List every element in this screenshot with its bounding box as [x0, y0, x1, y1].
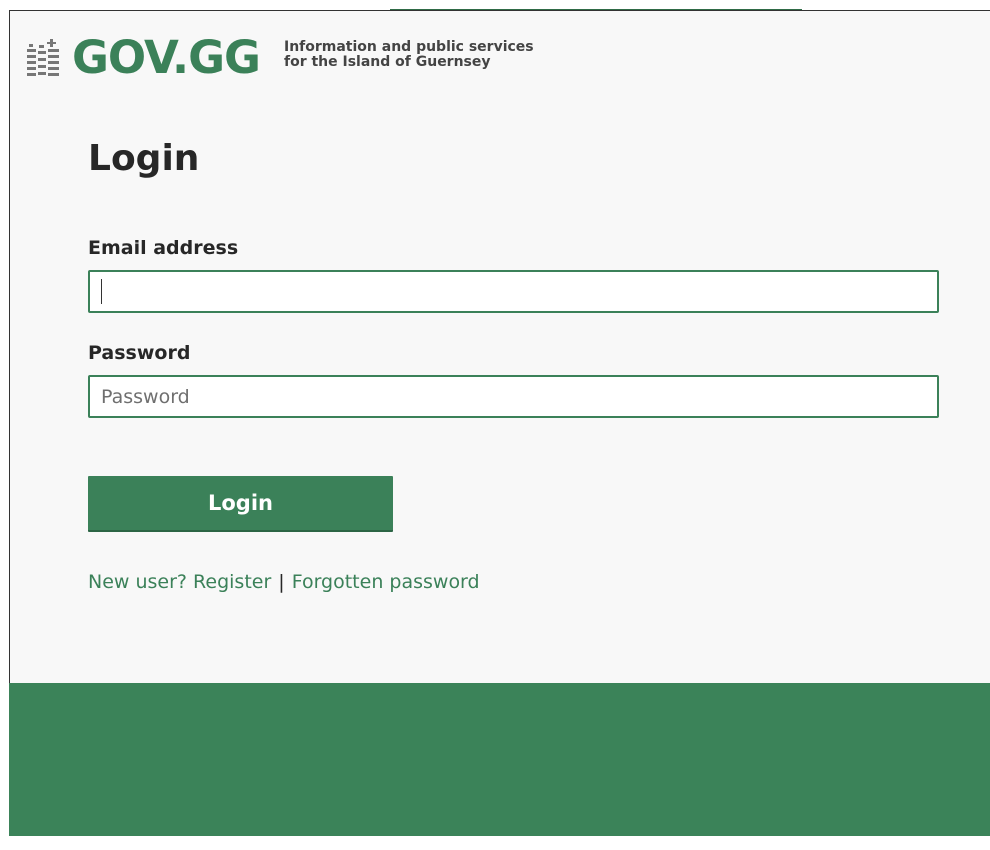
link-separator: |	[278, 571, 285, 593]
tagline-line-1: Information and public services	[283, 39, 534, 55]
email-field[interactable]	[88, 270, 939, 313]
password-field[interactable]	[88, 375, 939, 418]
login-button[interactable]: Login	[88, 476, 393, 532]
register-link[interactable]: New user? Register	[88, 571, 271, 593]
page-title: Login	[88, 138, 200, 179]
email-label: Email address	[88, 237, 239, 259]
text-caret	[101, 279, 102, 304]
password-label: Password	[88, 342, 191, 364]
site-logo[interactable]: GOV.GG	[72, 33, 261, 83]
site-footer	[9, 683, 990, 836]
site-tagline: Information and public services for the …	[284, 40, 534, 70]
forgotten-password-link[interactable]: Forgotten password	[292, 571, 480, 593]
tagline-line-2: for the Island of Guernsey	[283, 54, 491, 70]
account-links: New user? Register | Forgotten password	[88, 569, 480, 595]
guernsey-crest-icon[interactable]	[26, 33, 62, 83]
site-header: GOV.GG Information and public services f…	[26, 33, 534, 83]
